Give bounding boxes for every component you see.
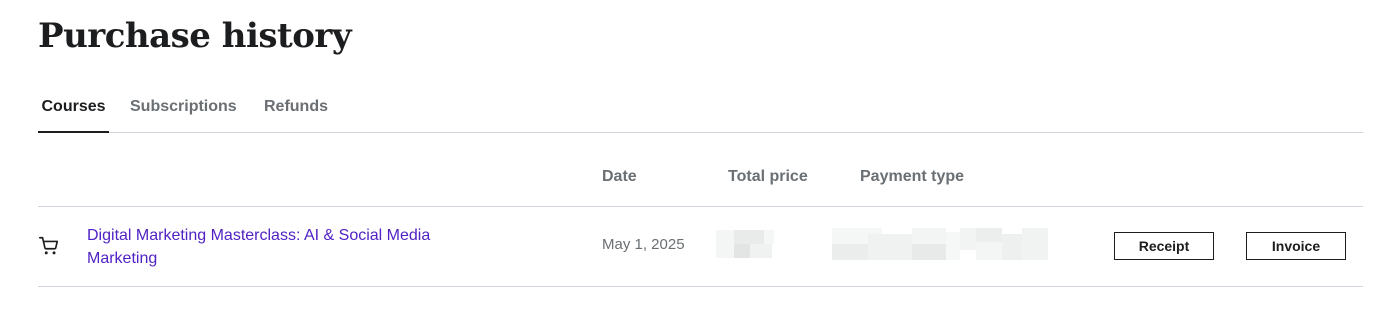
tab-refunds[interactable]: Refunds — [264, 86, 328, 132]
column-header-total-price: Total price — [728, 168, 808, 185]
column-header-date: Date — [602, 168, 637, 185]
receipt-button[interactable]: Receipt — [1114, 232, 1214, 260]
shopping-cart-icon — [39, 236, 59, 255]
table-divider — [38, 286, 1363, 287]
redacted-payment-type — [832, 228, 1050, 260]
invoice-button[interactable]: Invoice — [1246, 232, 1346, 260]
page-title: Purchase history — [38, 16, 352, 56]
purchase-date: May 1, 2025 — [602, 236, 685, 253]
column-header-payment-type: Payment type — [860, 168, 965, 185]
redacted-total-price — [716, 230, 776, 258]
purchase-tabs: Courses Subscriptions Refunds — [38, 86, 1363, 133]
tab-courses[interactable]: Courses — [38, 86, 109, 133]
table-divider — [38, 206, 1363, 207]
course-title-link[interactable]: Digital Marketing Masterclass: AI & Soci… — [87, 224, 467, 270]
tab-subscriptions[interactable]: Subscriptions — [130, 86, 237, 132]
